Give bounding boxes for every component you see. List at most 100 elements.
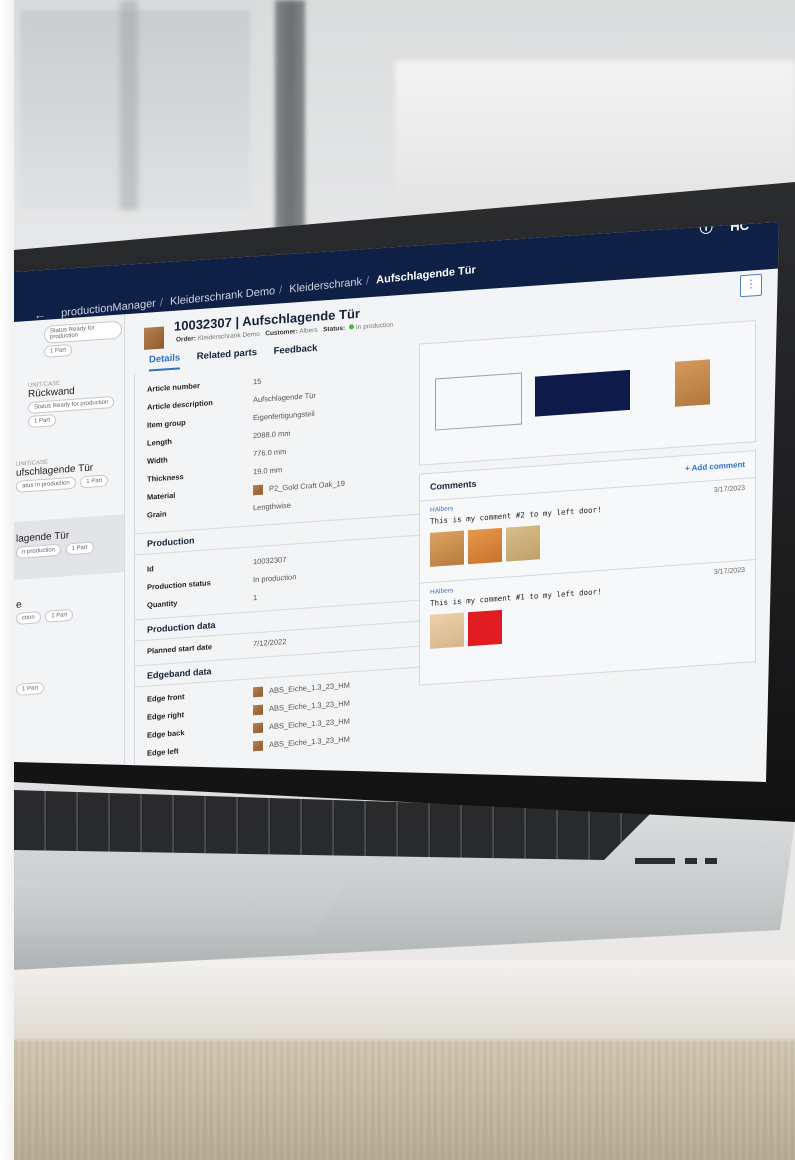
parts-pill: 1 Part (65, 541, 94, 556)
detail-key: Width (147, 455, 168, 466)
status-pill: Status Ready for production (28, 395, 115, 415)
comment-date: 3/17/2023 (713, 566, 745, 577)
status-pill: Status Ready for production (44, 320, 122, 344)
order-label: Order: (176, 335, 196, 344)
add-comment-button[interactable]: + Add comment (685, 460, 745, 473)
detail-value: 19.0 mm (253, 465, 283, 477)
more-menu-button[interactable]: ⋮ (740, 273, 762, 298)
laptop-screen: ⓘ HC ← productionManager / Kleiderschrank… (14, 222, 779, 782)
detail-key: Grain (147, 509, 167, 520)
detail-key: Edge left (147, 746, 179, 758)
sidebar-item[interactable]: 1 Part (14, 674, 124, 696)
parts-pill: 1 Part (80, 474, 109, 489)
parts-pill: 1 Part (16, 681, 45, 696)
detail-row: Width 776.0 mm (135, 438, 415, 466)
edgeband-swatch (253, 740, 263, 752)
status-pill: ction (16, 611, 41, 625)
part-thumbnail (144, 326, 164, 350)
comment-image[interactable] (468, 527, 502, 565)
background-beam (275, 0, 305, 230)
order-value: Kleiderschrank Demo (197, 330, 260, 343)
board-preview-wood (675, 359, 710, 407)
sidebar: Status Ready for production 1 Part UNIT/… (14, 314, 125, 782)
laptop-port (705, 858, 717, 864)
status-dot-icon (348, 324, 354, 330)
comment-user[interactable]: HAlbers (430, 587, 453, 596)
detail-row: Grain Lengthwise (135, 492, 415, 520)
sidebar-item[interactable]: UNIT/CASE ufschlagende Tür atus In produ… (14, 454, 124, 493)
detail-value: 1 (253, 592, 258, 603)
detail-key: Edge front (147, 692, 185, 704)
status-value: In production (355, 321, 394, 332)
detail-key: Item group (147, 417, 186, 430)
detail-value: Eigenfertigungsteil (253, 408, 315, 423)
detail-key: Planned start date (147, 642, 213, 656)
sidebar-item-name: e (16, 599, 22, 611)
customer-value: Albers (299, 326, 318, 336)
section-heading-production-data: Production data (135, 599, 422, 642)
detail-value: ABS_Eiche_1.3_23_HM (269, 698, 350, 714)
detail-key: Length (147, 436, 172, 448)
detail-value: 2088.0 mm (253, 428, 291, 441)
comment-text: This is my comment #2 to my left door! (430, 504, 602, 526)
customer-label: Customer: (265, 328, 298, 338)
comment-image[interactable] (468, 609, 502, 647)
detail-value: 15 (253, 376, 262, 387)
detail-value: ABS_Eiche_1.3_23_HM (269, 716, 350, 732)
part-preview[interactable] (419, 320, 756, 466)
sidebar-item[interactable]: e ction 1 Part (14, 592, 124, 625)
right-panel: Comments + Add comment HAlbers 3/17/2023… (419, 319, 769, 743)
detail-key: Production status (147, 578, 211, 592)
detail-value: Aufschlagende Tür (253, 390, 316, 405)
comment-image[interactable] (430, 612, 464, 649)
detail-value: 10032307 (253, 554, 287, 567)
parts-pill: 1 Part (45, 608, 74, 623)
detail-value: ABS_Eiche_1.3_23_HM (269, 680, 350, 696)
section-heading-production: Production (135, 513, 422, 556)
comments-panel: Comments + Add comment HAlbers 3/17/2023… (419, 450, 756, 686)
detail-key: Article description (147, 398, 213, 412)
laptop-port (635, 858, 675, 864)
sidebar-item[interactable]: Status Ready for production 1 Part (14, 318, 124, 360)
comment-image[interactable] (430, 530, 464, 567)
detail-value: Lengthwise (253, 500, 291, 513)
sidebar-item-name: lagende Tür (16, 530, 70, 545)
board-preview-dark (535, 369, 630, 417)
detail-value: 7/12/2022 (253, 636, 287, 649)
detail-key: Article number (147, 380, 200, 394)
production-row: Production status In production (135, 564, 415, 591)
comment-image[interactable] (506, 525, 540, 562)
comment-date: 3/17/2023 (713, 484, 745, 495)
details-panel: Article number 15 Article description Aufs… (134, 354, 422, 774)
left-edge (0, 0, 14, 1160)
tab-details[interactable]: Details (149, 352, 181, 372)
comment-text: This is my comment #1 to my left door! (430, 586, 602, 608)
status-pill: n production (16, 543, 62, 559)
detail-key: Edge right (147, 710, 185, 722)
tab-feedback[interactable]: Feedback (274, 343, 318, 361)
background-beam (120, 0, 138, 210)
technical-drawing (435, 372, 522, 431)
laptop-trackpad (14, 880, 344, 935)
detail-row: Thickness 19.0 mm (135, 456, 415, 483)
parts-pill: 1 Part (44, 343, 73, 358)
comments-heading: Comments (430, 478, 477, 492)
add-comment-label: Add comment (691, 459, 745, 473)
material-swatch (253, 484, 263, 496)
detail-key: Id (147, 564, 154, 574)
tab-related-parts[interactable]: Related parts (197, 347, 257, 366)
detail-key: Thickness (147, 472, 184, 484)
edgeband-swatch (253, 704, 263, 716)
edgeband-swatch (253, 686, 263, 698)
sidebar-item[interactable]: UNIT/CASE Rückwand Status Ready for prod… (14, 376, 124, 429)
detail-value: 776.0 mm (253, 446, 287, 459)
parts-pill: 1 Part (28, 414, 57, 429)
plus-icon: + (685, 463, 690, 474)
sidebar-item-selected[interactable]: lagende Tür n production 1 Part (14, 514, 124, 580)
desk-edge (14, 1040, 795, 1160)
edgeband-swatch (253, 722, 263, 734)
detail-key: Edge back (147, 728, 185, 740)
status-label: Status: (323, 324, 346, 334)
detail-value: ABS_Eiche_1.3_23_HM (269, 734, 350, 750)
comment-user[interactable]: HAlbers (430, 505, 453, 514)
